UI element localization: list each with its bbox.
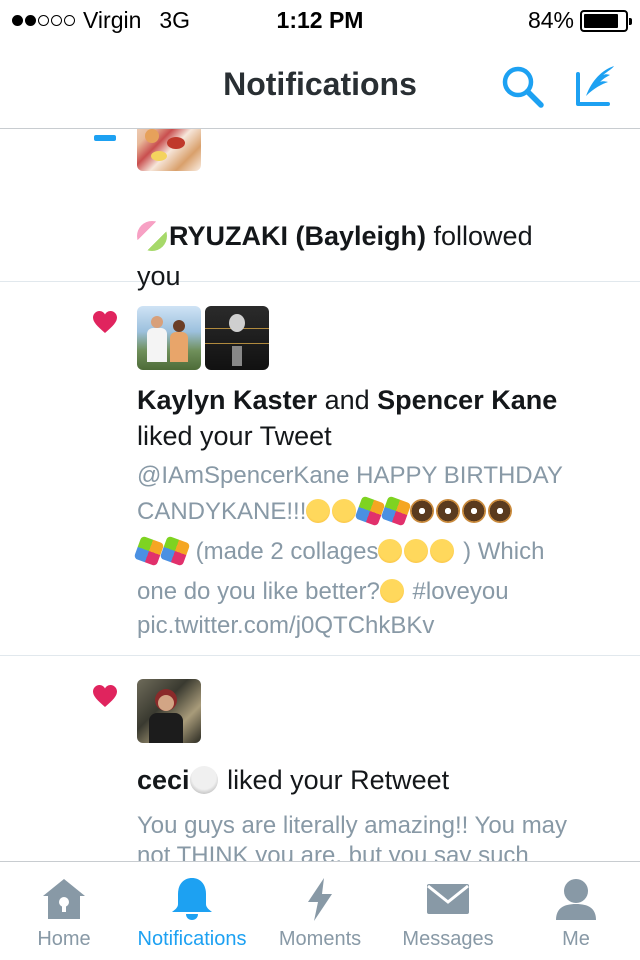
home-icon bbox=[43, 879, 85, 919]
notification-item[interactable]: RYUZAKI (Bayleigh) followed you bbox=[0, 129, 640, 291]
tab-label: Me bbox=[562, 928, 590, 950]
notification-item[interactable] bbox=[0, 282, 640, 656]
tab-moments[interactable]: Moments bbox=[256, 862, 384, 960]
battery-percent: 84% bbox=[527, 7, 574, 33]
search-icon[interactable] bbox=[500, 64, 546, 110]
heart-icon bbox=[93, 311, 117, 333]
envelope-icon bbox=[427, 884, 469, 914]
dango-emoji bbox=[137, 221, 167, 251]
person-icon bbox=[94, 135, 116, 141]
tab-messages[interactable]: Messages bbox=[384, 862, 512, 960]
notifications-feed[interactable]: RYUZAKI (Bayleigh) followed you bbox=[0, 129, 640, 861]
status-right: 84% bbox=[527, 7, 632, 34]
tab-label: Home bbox=[37, 928, 91, 950]
notification-item[interactable] bbox=[0, 656, 640, 861]
heart-icon bbox=[93, 685, 117, 707]
status-bar: Virgin 3G 1:12 PM 84% bbox=[0, 0, 640, 40]
tab-home[interactable]: Home bbox=[0, 862, 128, 960]
tab-label: Messages bbox=[402, 928, 494, 950]
bell-icon bbox=[172, 878, 212, 920]
follower-name[interactable]: RYUZAKI (Bayleigh) bbox=[169, 221, 426, 251]
compose-tweet-icon[interactable] bbox=[572, 62, 620, 110]
nav-bar: Notifications bbox=[0, 40, 640, 129]
follow-text-line1: RYUZAKI (Bayleigh) followed bbox=[137, 218, 533, 254]
battery-fill bbox=[584, 13, 618, 28]
avatar[interactable] bbox=[137, 129, 201, 171]
lightning-icon bbox=[308, 878, 332, 921]
tab-label: Notifications bbox=[137, 928, 247, 950]
avatar[interactable] bbox=[137, 679, 201, 743]
tab-bar: Home Notifications Moments Messages Me bbox=[0, 861, 640, 960]
tab-me[interactable]: Me bbox=[512, 862, 640, 960]
tab-notifications[interactable]: Notifications bbox=[128, 862, 256, 960]
follow-action: followed bbox=[426, 221, 533, 251]
person-icon bbox=[556, 879, 596, 920]
avatar[interactable] bbox=[137, 306, 201, 370]
avatar[interactable] bbox=[205, 306, 269, 370]
tab-label: Moments bbox=[278, 928, 362, 950]
battery-icon bbox=[580, 9, 632, 32]
